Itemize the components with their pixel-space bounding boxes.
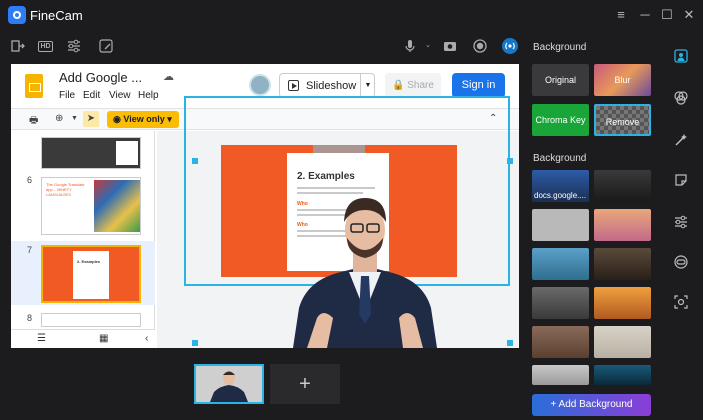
background-tile[interactable] xyxy=(532,326,589,358)
background-tile[interactable]: docs.google.... xyxy=(532,170,589,202)
add-camera-button[interactable]: + xyxy=(270,364,340,404)
thumbnail-slide-8[interactable] xyxy=(41,313,141,327)
play-icon xyxy=(288,80,299,91)
filmstrip-footer: ☰ ▦ ‹ xyxy=(11,329,155,348)
slide-number: 8 xyxy=(27,313,33,323)
background-tile[interactable] xyxy=(594,326,651,358)
resize-handle[interactable] xyxy=(192,158,198,164)
zoom-icon[interactable]: ⊕ xyxy=(55,113,63,124)
eye-icon: ◉ xyxy=(113,114,121,124)
beauty-wand-icon[interactable] xyxy=(673,132,689,148)
microphone-icon[interactable] xyxy=(402,38,418,54)
thumbnail-text: The Google Translate app... NINETY LANGU… xyxy=(46,182,85,197)
chroma-key-option[interactable]: Chroma Key xyxy=(532,104,589,136)
background-tile[interactable] xyxy=(594,365,651,385)
section-title: Background xyxy=(533,42,587,53)
view-only-label: View only xyxy=(123,114,165,124)
background-tile[interactable] xyxy=(594,209,651,241)
slideshow-button[interactable]: Slideshow ▼ xyxy=(279,73,375,98)
section-title: Background xyxy=(533,153,587,164)
filter-icon[interactable] xyxy=(673,90,689,106)
broadcast-icon[interactable] xyxy=(501,37,519,55)
resize-handle[interactable] xyxy=(507,158,513,164)
slideshow-label: Slideshow xyxy=(306,80,357,92)
cloud-icon: ☁ xyxy=(163,71,174,83)
camera-thumbnail[interactable] xyxy=(194,364,264,404)
avatar-mask-icon[interactable] xyxy=(673,254,689,270)
background-icon[interactable] xyxy=(673,48,689,64)
avatar[interactable] xyxy=(249,74,271,96)
remove-option[interactable]: Remove xyxy=(594,104,651,136)
app-title: FineCam xyxy=(30,8,83,23)
adjust-icon[interactable] xyxy=(673,214,689,230)
slide-number: 6 xyxy=(27,175,33,185)
print-icon[interactable]: 🖶 xyxy=(29,113,38,130)
edit-icon[interactable] xyxy=(98,38,114,54)
background-tile[interactable] xyxy=(594,287,651,319)
thumbnail-slide-5[interactable] xyxy=(41,137,141,169)
menu-icon[interactable]: ≡ xyxy=(612,6,630,24)
slide-filmstrip: 6 The Google Translate app... NINETY LAN… xyxy=(11,131,165,348)
list-view-icon[interactable]: ☰ xyxy=(37,333,46,344)
share-label: Share xyxy=(407,80,434,91)
google-slides-logo-icon xyxy=(25,74,43,98)
camera-toolbar: HD ⌄ xyxy=(0,32,525,60)
collapse-icon[interactable]: ‹ xyxy=(145,333,148,344)
slide-number: 7 xyxy=(27,245,33,255)
camera-icon[interactable] xyxy=(442,38,458,54)
close-icon[interactable]: ✕ xyxy=(680,6,698,24)
background-tile[interactable] xyxy=(594,170,651,202)
chevron-down-icon[interactable]: ⌄ xyxy=(420,38,436,54)
thumbnail-text: 2. Examples xyxy=(77,259,101,264)
title-bar: FineCam ≡ ─ ☐ ✕ xyxy=(0,0,703,30)
background-tile[interactable] xyxy=(532,209,589,241)
background-panel: Background Original Blur Chroma Key Remo… xyxy=(526,32,656,420)
lock-icon: 🔒 xyxy=(392,80,405,91)
thumbnail-slide-7[interactable]: 2. Examples xyxy=(41,245,141,303)
menu-view[interactable]: View xyxy=(109,90,131,101)
blur-option[interactable]: Blur xyxy=(594,64,651,96)
chevron-down-icon[interactable]: ▼ xyxy=(71,115,78,122)
feature-rail xyxy=(660,32,703,420)
minimize-icon[interactable]: ─ xyxy=(636,6,654,24)
original-option[interactable]: Original xyxy=(532,64,589,96)
background-tile[interactable] xyxy=(532,365,589,385)
hd-icon[interactable]: HD xyxy=(38,41,53,52)
sticker-icon[interactable] xyxy=(673,172,689,188)
add-background-button[interactable]: + Add Background xyxy=(532,394,651,416)
document-title[interactable]: Add Google ... xyxy=(59,70,142,85)
maximize-icon[interactable]: ☐ xyxy=(658,6,676,24)
background-tile[interactable] xyxy=(532,287,589,319)
resize-handle[interactable] xyxy=(507,340,513,346)
menu-edit[interactable]: Edit xyxy=(83,90,100,101)
presenter-image xyxy=(287,190,443,348)
record-icon[interactable] xyxy=(472,38,488,54)
sign-in-button[interactable]: Sign in xyxy=(452,73,505,98)
background-tile[interactable] xyxy=(532,248,589,280)
menu-file[interactable]: File xyxy=(59,90,75,101)
chevron-down-icon[interactable]: ▼ xyxy=(360,74,375,97)
background-tile-label: docs.google.... xyxy=(534,191,587,200)
background-tile[interactable] xyxy=(594,248,651,280)
exit-icon[interactable] xyxy=(10,38,26,54)
finecam-logo-icon xyxy=(8,6,26,24)
resize-handle[interactable] xyxy=(192,340,198,346)
view-only-button[interactable]: ◉ View only ▾ xyxy=(107,111,179,128)
adjust-icon[interactable] xyxy=(66,38,82,54)
thumbnail-slide-6[interactable]: The Google Translate app... NINETY LANGU… xyxy=(41,177,141,235)
cursor-icon[interactable]: ➤ xyxy=(83,111,99,127)
face-tracking-icon[interactable] xyxy=(673,294,689,310)
grid-view-icon[interactable]: ▦ xyxy=(99,333,108,344)
menu-help[interactable]: Help xyxy=(138,90,159,101)
share-button[interactable]: 🔒 Share xyxy=(385,73,441,98)
